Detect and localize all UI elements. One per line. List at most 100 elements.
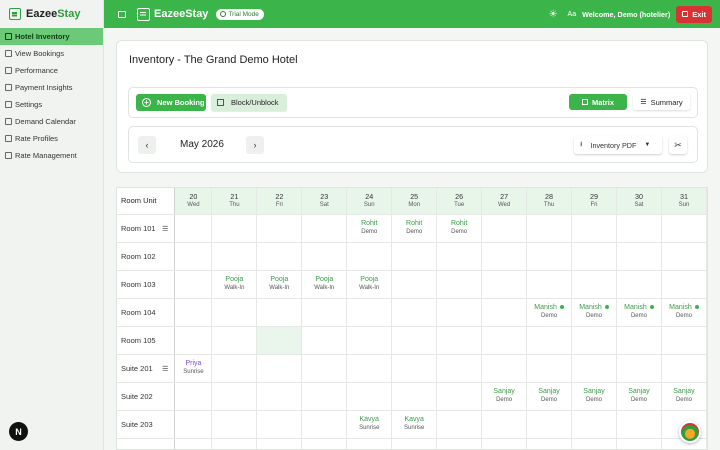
- calendar-cell[interactable]: [346, 438, 393, 449]
- calendar-cell[interactable]: [436, 298, 483, 327]
- calendar-cell[interactable]: [571, 242, 617, 271]
- calendar-cell[interactable]: [481, 354, 528, 383]
- sidebar-item-view-bookings[interactable]: View Bookings: [0, 45, 103, 62]
- calendar-cell[interactable]: [174, 410, 213, 439]
- calendar-cell[interactable]: [211, 214, 258, 243]
- calendar-cell[interactable]: [391, 354, 438, 383]
- calendar-cell[interactable]: [301, 438, 348, 449]
- calendar-cell[interactable]: [256, 382, 303, 411]
- room-menu-icon[interactable]: ☰: [162, 225, 168, 233]
- sidebar-toggle-icon[interactable]: [118, 10, 126, 18]
- calendar-cell[interactable]: [571, 326, 617, 355]
- calendar-cell[interactable]: Priya Sunrise: [174, 354, 213, 383]
- calendar-cell[interactable]: [436, 242, 483, 271]
- calendar-cell[interactable]: [661, 214, 707, 243]
- sidebar-item-performance[interactable]: Performance: [0, 62, 103, 79]
- calendar-cell[interactable]: [616, 410, 662, 439]
- booking-chip[interactable]: Sanjay Demo: [482, 388, 526, 404]
- booking-chip[interactable]: Rohit Demo: [392, 220, 436, 236]
- calendar-cell[interactable]: [256, 354, 303, 383]
- sidebar-item-rate-profiles[interactable]: Rate Profiles: [0, 130, 103, 147]
- calendar-cell[interactable]: [211, 242, 258, 271]
- calendar-cell[interactable]: [346, 326, 393, 355]
- calendar-cell[interactable]: [256, 298, 303, 327]
- calendar-cell[interactable]: [391, 326, 438, 355]
- calendar-cell[interactable]: [301, 298, 348, 327]
- calendar-cell[interactable]: [616, 326, 662, 355]
- sidebar-item-settings[interactable]: Settings: [0, 96, 103, 113]
- calendar-cell[interactable]: Manish Demo: [526, 298, 573, 327]
- booking-chip[interactable]: Pooja Walk-In: [302, 276, 346, 292]
- calendar-cell[interactable]: [174, 242, 213, 271]
- calendar-cell[interactable]: [346, 298, 393, 327]
- calendar-cell[interactable]: Kavya Sunrise: [346, 410, 393, 439]
- booking-chip[interactable]: Rohit Demo: [437, 220, 481, 236]
- calendar-cell[interactable]: [571, 438, 617, 449]
- calendar-cell[interactable]: [211, 438, 258, 449]
- calendar-cell[interactable]: [436, 270, 483, 299]
- calendar-cell[interactable]: [526, 326, 573, 355]
- new-booking-button[interactable]: + New Booking: [136, 94, 206, 111]
- booking-chip[interactable]: Sanjay Demo: [527, 388, 571, 404]
- calendar-cell[interactable]: [174, 270, 213, 299]
- calendar-cell[interactable]: [174, 298, 213, 327]
- brand[interactable]: Eazee Stay: [0, 0, 103, 28]
- calendar-cell[interactable]: [526, 410, 573, 439]
- sidebar-item-rate-management[interactable]: Rate Management: [0, 147, 103, 164]
- calendar-cell[interactable]: [571, 270, 617, 299]
- calendar-cell[interactable]: [391, 382, 438, 411]
- calendar-cell[interactable]: [211, 298, 258, 327]
- calendar-cell[interactable]: [661, 326, 707, 355]
- calendar-cell[interactable]: Rohit Demo: [436, 214, 483, 243]
- calendar-cell[interactable]: Sanjay Demo: [526, 382, 573, 411]
- calendar-cell[interactable]: [481, 298, 528, 327]
- calendar-cell[interactable]: [616, 242, 662, 271]
- calendar-cell[interactable]: Pooja Walk-In: [301, 270, 348, 299]
- room-menu-icon[interactable]: ☰: [162, 365, 168, 373]
- calendar-cell[interactable]: [571, 354, 617, 383]
- calendar-cell[interactable]: [616, 270, 662, 299]
- calendar-cell[interactable]: [391, 242, 438, 271]
- booking-chip[interactable]: Pooja Walk-In: [212, 276, 256, 292]
- booking-chip[interactable]: Sanjay Demo: [572, 388, 616, 404]
- tools-button[interactable]: ✂: [669, 136, 687, 154]
- calendar-cell[interactable]: Pooja Walk-In: [256, 270, 303, 299]
- calendar-cell[interactable]: [346, 382, 393, 411]
- calendar-cell[interactable]: [481, 410, 528, 439]
- sidebar-item-hotel-inventory[interactable]: Hotel Inventory: [0, 28, 103, 45]
- calendar-cell[interactable]: [174, 438, 213, 449]
- booking-chip[interactable]: Pooja Walk-In: [347, 276, 391, 292]
- calendar-cell[interactable]: [301, 326, 348, 355]
- calendar-cell[interactable]: [481, 270, 528, 299]
- calendar-cell[interactable]: [481, 438, 528, 449]
- calendar-cell[interactable]: [256, 242, 303, 271]
- font-size-button[interactable]: Aa: [568, 11, 577, 18]
- calendar-cell[interactable]: [571, 214, 617, 243]
- calendar-cell[interactable]: [616, 438, 662, 449]
- sidebar-item-demand-calendar[interactable]: Demand Calendar: [0, 113, 103, 130]
- booking-chip[interactable]: Kavya Sunrise: [392, 416, 436, 432]
- calendar-cell[interactable]: [526, 214, 573, 243]
- booking-chip[interactable]: Manish Demo: [527, 304, 571, 320]
- booking-chip[interactable]: Priya Sunrise: [175, 360, 211, 376]
- calendar-cell[interactable]: [256, 326, 303, 355]
- calendar-cell[interactable]: [481, 326, 528, 355]
- assistant-avatar[interactable]: [679, 421, 701, 443]
- booking-chip[interactable]: Sanjay Demo: [617, 388, 661, 404]
- calendar-cell[interactable]: [481, 242, 528, 271]
- calendar-cell[interactable]: [526, 438, 573, 449]
- devtools-badge[interactable]: N: [9, 422, 28, 441]
- prev-month-button[interactable]: ‹: [138, 136, 156, 154]
- sidebar-item-payment-insights[interactable]: Payment Insights: [0, 79, 103, 96]
- calendar-cell[interactable]: Rohit Demo: [391, 214, 438, 243]
- calendar-cell[interactable]: [436, 354, 483, 383]
- matrix-view-button[interactable]: Matrix: [569, 94, 627, 110]
- booking-chip[interactable]: Rohit Demo: [347, 220, 391, 236]
- calendar-cell[interactable]: [391, 298, 438, 327]
- booking-chip[interactable]: Manish Demo: [572, 304, 616, 320]
- calendar-cell[interactable]: [256, 214, 303, 243]
- calendar-cell[interactable]: [436, 382, 483, 411]
- calendar-cell[interactable]: [391, 270, 438, 299]
- calendar-cell[interactable]: [301, 382, 348, 411]
- calendar-cell[interactable]: [661, 242, 707, 271]
